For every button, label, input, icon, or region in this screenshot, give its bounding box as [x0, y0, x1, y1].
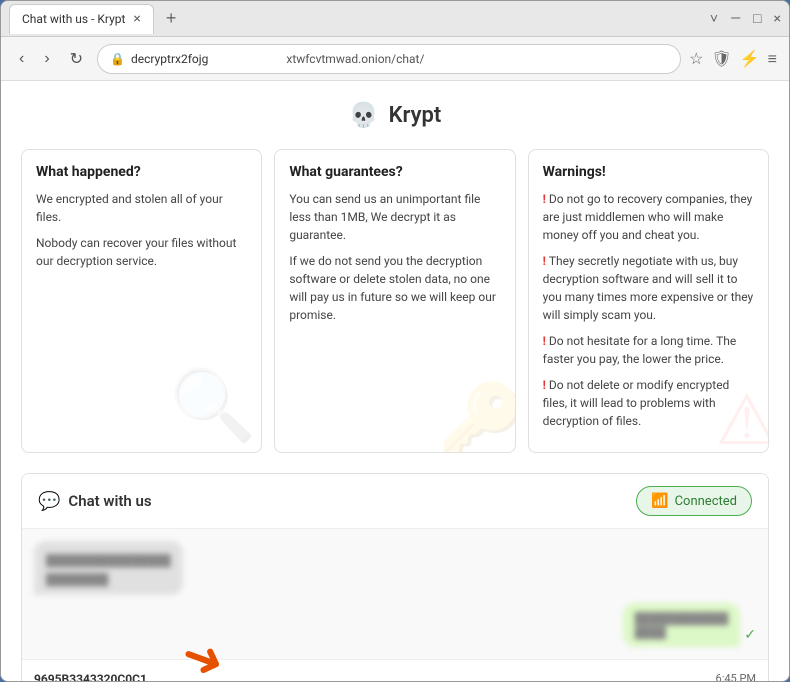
what-happened-card: What happened? We encrypted and stolen a…	[21, 149, 262, 453]
what-guarantees-para-2: If we do not send you the decryption sof…	[289, 252, 500, 324]
nav-bar: ‹ › ↻ 🔒 decryptrx2fojg xtwfcvtmwad.onion…	[1, 37, 789, 81]
shield-icon: 🛡	[711, 49, 731, 69]
chat-header: 💬 Chat with us 📶 Connected	[22, 474, 768, 529]
cards-row: What happened? We encrypted and stolen a…	[21, 149, 769, 453]
extensions-icon[interactable]: ⚡	[740, 49, 760, 69]
connected-label: Connected	[675, 494, 737, 509]
url-left: decryptrx2fojg	[131, 52, 208, 66]
browser-tab[interactable]: Chat with us - Krypt ×	[9, 4, 154, 34]
skull-icon: 💀	[349, 101, 379, 129]
refresh-button[interactable]: ↻	[64, 45, 89, 73]
connected-badge: 📶 Connected	[636, 486, 752, 516]
warning-4: Do not delete or modify encrypted files,…	[543, 376, 754, 430]
what-guarantees-title: What guarantees?	[289, 164, 500, 180]
chat-title: 💬 Chat with us	[38, 491, 152, 512]
chat-message-section: 9695B3343320C0C1 6:45 PM The price for y…	[22, 659, 768, 681]
what-happened-title: What happened?	[36, 164, 247, 180]
chevron-down-icon: ˅	[710, 10, 718, 27]
warnings-card: Warnings! Do not go to recovery companie…	[528, 149, 769, 453]
back-button[interactable]: ‹	[13, 46, 30, 72]
chat-section: 💬 Chat with us 📶 Connected █████████████…	[21, 473, 769, 681]
key-watermark-icon: 🔑	[437, 380, 515, 453]
title-bar: Chat with us - Krypt × + ˅ — □ ×	[1, 1, 789, 37]
what-happened-para-1: We encrypted and stolen all of your file…	[36, 190, 247, 226]
received-blur-text: ████████████████████████	[46, 554, 171, 586]
window-controls: ˅ — □ ×	[710, 10, 781, 27]
chat-lower: ➜ 9695B3343320C0C1 6:45 PM The price for…	[22, 659, 768, 681]
warnings-title: Warnings!	[543, 164, 754, 180]
wifi-icon: 📶	[651, 493, 668, 509]
what-guarantees-card: What guarantees? You can send us an unim…	[274, 149, 515, 453]
page-title: Krypt	[389, 103, 442, 128]
message-header: 9695B3343320C0C1 6:45 PM	[34, 672, 756, 681]
page-header: 💀 Krypt	[21, 101, 769, 129]
tab-title: Chat with us - Krypt	[22, 12, 125, 26]
nav-icons: ☆ 🛡 ⚡ ≡	[689, 49, 777, 69]
browser-window: Chat with us - Krypt × + ˅ — □ × ‹ › ↻ 🔒…	[0, 0, 790, 682]
lock-icon: 🔒	[110, 52, 125, 66]
chat-body: ████████████████████████ ███████████████…	[22, 529, 768, 659]
received-message-blurred: ████████████████████████	[34, 541, 183, 595]
warning-3: Do not hesitate for a long time. The fas…	[543, 332, 754, 368]
sent-message-area: ████████████████ ✓	[34, 603, 756, 647]
tab-close-button[interactable]: ×	[133, 11, 140, 27]
warning-2: They secretly negotiate with us, buy dec…	[543, 252, 754, 324]
page-content: 💀 Krypt What happened? We encrypted and …	[1, 81, 789, 681]
minimize-button[interactable]: —	[730, 11, 741, 27]
chat-icon: 💬	[38, 491, 60, 512]
forward-button[interactable]: ›	[38, 46, 55, 72]
maximize-button[interactable]: □	[753, 10, 761, 27]
close-window-button[interactable]: ×	[774, 11, 781, 27]
message-time: 6:45 PM	[716, 672, 756, 681]
what-happened-para-2: Nobody can recover your files without ou…	[36, 234, 247, 270]
menu-icon[interactable]: ≡	[768, 49, 777, 69]
address-bar[interactable]: 🔒 decryptrx2fojg xtwfcvtmwad.onion/chat/	[97, 44, 681, 74]
new-tab-button[interactable]: +	[158, 8, 185, 29]
url-right: xtwfcvtmwad.onion/chat/	[214, 50, 424, 67]
what-guarantees-para-1: You can send us an unimportant file less…	[289, 190, 500, 244]
message-checkmark: ✓	[744, 627, 756, 647]
message-id: 9695B3343320C0C1	[34, 672, 147, 681]
chat-title-text: Chat with us	[68, 492, 151, 510]
bookmark-icon[interactable]: ☆	[689, 49, 703, 69]
search-watermark-icon: 🔍	[169, 365, 256, 447]
sent-message-blurred: ████████████████	[623, 603, 741, 647]
warning-1: Do not go to recovery companies, they ar…	[543, 190, 754, 244]
